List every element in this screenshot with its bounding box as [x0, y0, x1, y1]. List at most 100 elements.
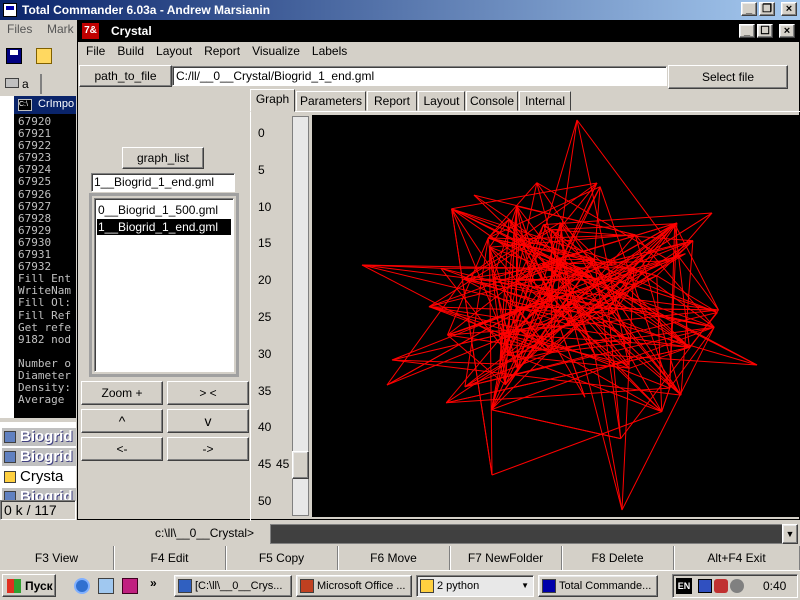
- graph-list-button[interactable]: graph_list: [122, 147, 204, 169]
- console-tab-label: CrImpo: [38, 98, 75, 110]
- quicklaunch-desktop-icon[interactable]: [98, 578, 114, 594]
- file-item[interactable]: Biogrid: [2, 488, 76, 500]
- fkey-4[interactable]: F4 Edit: [114, 546, 226, 570]
- graph-canvas[interactable]: [312, 115, 800, 517]
- tray-network-icon[interactable]: [698, 579, 712, 593]
- task-icon: [178, 579, 192, 593]
- tc-console-tab[interactable]: C:\ CrImpo: [14, 96, 76, 114]
- graph-edge: [440, 267, 634, 269]
- taskbar-task[interactable]: 2 python ▼: [416, 575, 534, 597]
- fit-button[interactable]: > <: [167, 381, 249, 405]
- minimize-button[interactable]: _: [741, 2, 757, 16]
- close-button[interactable]: ×: [781, 2, 797, 16]
- start-button[interactable]: Пуск: [2, 574, 56, 597]
- zoom-in-button[interactable]: Zoom +: [81, 381, 163, 405]
- ruler-tick-label: 50: [258, 494, 272, 508]
- crystal-close-button[interactable]: ×: [779, 24, 795, 38]
- fkey-bar: F3 View F4 Edit F5 Copy F6 Move F7 NewFolder…: [0, 546, 800, 570]
- tc-menu-mark[interactable]: Mark: [47, 22, 74, 36]
- tab-parameters[interactable]: Parameters: [296, 91, 366, 111]
- log-number: 67925: [18, 175, 52, 189]
- fkey-5[interactable]: F5 Copy: [226, 546, 338, 570]
- fkey-6[interactable]: F6 Move: [338, 546, 450, 570]
- graph-listbox: 0__Biogrid_1_500.gml 1__Biogrid_1_end.gml: [94, 198, 234, 372]
- task-icon: [420, 579, 434, 593]
- file-icon: [4, 471, 16, 483]
- graph-edge: [516, 205, 636, 236]
- tray-security-icon[interactable]: [714, 579, 728, 593]
- graph-edge: [576, 119, 630, 365]
- fkey-3[interactable]: F3 View: [0, 546, 114, 570]
- ruler-tick-label: 45: [258, 457, 272, 472]
- tc-app-icon: [3, 3, 17, 17]
- restore-button[interactable]: ❐: [759, 2, 775, 16]
- language-indicator[interactable]: EN: [676, 578, 692, 594]
- crystal-titlebar[interactable]: 7& Crystal _ ☐ ×: [78, 21, 800, 42]
- slider-thumb[interactable]: [292, 450, 309, 479]
- fkey-8[interactable]: F8 Delete: [562, 546, 674, 570]
- crystal-minimize-button[interactable]: _: [739, 24, 755, 38]
- drive-icon[interactable]: [5, 78, 19, 88]
- crystal-maximize-button[interactable]: ☐: [757, 24, 773, 38]
- select-file-button[interactable]: Select file: [668, 65, 788, 89]
- console-log: 67920 67921 67922 67923 67924 67925 67926 67927…: [18, 115, 71, 406]
- menu-build[interactable]: Build: [111, 41, 150, 61]
- ruler-tick-label: 25: [258, 310, 272, 324]
- file-item[interactable]: Crysta: [2, 468, 76, 486]
- graph-list-field[interactable]: 1__Biogrid_1_end.gml: [91, 173, 235, 192]
- taskbar-task[interactable]: Microsoft Office ...: [296, 575, 412, 597]
- quicklaunch-more-icon[interactable]: »: [150, 576, 157, 590]
- file-icon: [4, 491, 16, 500]
- tab-internal[interactable]: Internal: [519, 91, 571, 111]
- properties-icon[interactable]: [36, 48, 52, 64]
- file-item[interactable]: Biogrid: [2, 428, 76, 446]
- tray-volume-icon[interactable]: [730, 579, 744, 593]
- log-line: Fill Ol:: [18, 296, 71, 310]
- move-right-button[interactable]: ->: [167, 437, 249, 461]
- tab-report[interactable]: Report: [367, 91, 417, 111]
- menu-report[interactable]: Report: [198, 41, 246, 61]
- graph-edge: [674, 223, 719, 311]
- ruler-tick-label: 20: [258, 273, 272, 288]
- tc-drive-bar: a: [0, 74, 80, 94]
- fkey-9[interactable]: Alt+F4 Exit: [674, 546, 800, 570]
- tab-console[interactable]: Console: [466, 91, 518, 111]
- task-icon: [300, 579, 314, 593]
- taskbar-task[interactable]: Total Commande...: [538, 575, 658, 597]
- menu-layout[interactable]: Layout: [150, 41, 198, 61]
- taskbar-task[interactable]: [C:\ll\__0__Crys...: [174, 575, 292, 597]
- tc-titlebar[interactable]: Total Commander 6.03a - Andrew Marsianin: [0, 0, 800, 20]
- menu-labels[interactable]: Labels: [306, 41, 353, 61]
- fkey-7[interactable]: F7 NewFolder: [450, 546, 562, 570]
- graph-edge: [515, 206, 518, 307]
- tab-graph[interactable]: Graph: [250, 89, 295, 112]
- cmd-input[interactable]: [270, 524, 784, 544]
- path-button[interactable]: path_to_file: [79, 65, 172, 87]
- cmd-dropdown-button[interactable]: ▼: [782, 524, 798, 544]
- move-up-button[interactable]: ^: [81, 409, 163, 433]
- save-icon[interactable]: [6, 48, 22, 64]
- tray-clock[interactable]: 0:40: [763, 579, 786, 593]
- move-down-button[interactable]: v: [167, 409, 249, 433]
- tc-title: Total Commander 6.03a - Andrew Marsianin: [22, 3, 271, 17]
- graph-list-item[interactable]: 0__Biogrid_1_500.gml: [97, 202, 231, 218]
- tab-layout[interactable]: Layout: [418, 91, 465, 111]
- task-label: Microsoft Office ...: [317, 580, 406, 592]
- log-number: 67927: [18, 199, 52, 213]
- move-left-button[interactable]: <-: [81, 437, 163, 461]
- path-field[interactable]: C:/ll/__0__Crystal/Biogrid_1_end.gml: [172, 66, 667, 86]
- quicklaunch-save-icon[interactable]: [122, 578, 138, 594]
- crystal-app-icon: 7&: [82, 23, 99, 39]
- ruler-tick-label: 40: [258, 420, 272, 435]
- menu-file[interactable]: File: [80, 41, 111, 61]
- cmd-path: c:\ll\__0__Crystal>: [155, 526, 255, 540]
- menu-visualize[interactable]: Visualize: [246, 41, 306, 61]
- quicklaunch-ie-icon[interactable]: [74, 578, 90, 594]
- file-item[interactable]: Biogrid: [2, 448, 76, 466]
- tc-cmdline: c:\ll\__0__Crystal> ▼: [0, 523, 800, 545]
- ruler-tick-label: 30: [258, 346, 272, 361]
- drive-label[interactable]: a: [22, 77, 29, 91]
- tc-menu-files[interactable]: Files: [7, 22, 32, 36]
- log-line: Get refe: [18, 320, 71, 334]
- graph-list-item[interactable]: 1__Biogrid_1_end.gml: [97, 219, 231, 235]
